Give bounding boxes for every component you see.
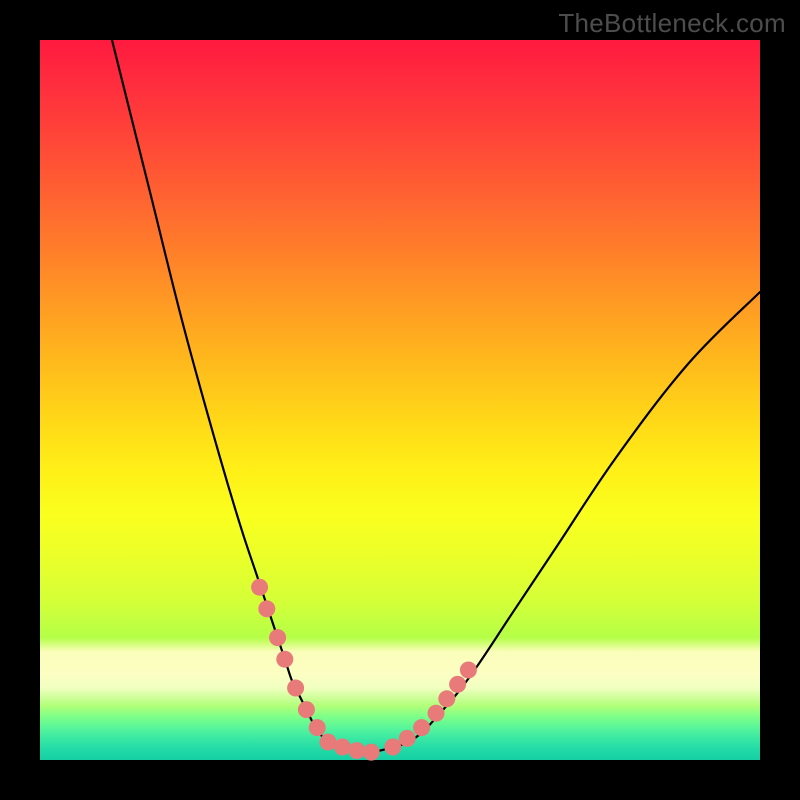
highlight-dot (460, 662, 477, 679)
highlight-dot (276, 651, 293, 668)
watermark-text: TheBottleneck.com (558, 8, 786, 39)
highlight-dots (251, 579, 477, 761)
highlight-dot (309, 719, 326, 736)
highlight-dot (320, 734, 337, 751)
highlight-dot (438, 690, 455, 707)
highlight-dot (334, 739, 351, 756)
highlight-dot (449, 676, 466, 693)
bottleneck-curve (112, 40, 760, 753)
highlight-dot (269, 629, 286, 646)
highlight-dot (287, 680, 304, 697)
highlight-dot (413, 719, 430, 736)
highlight-dot (258, 600, 275, 617)
chart-frame: TheBottleneck.com (0, 0, 800, 800)
curve-svg (40, 40, 760, 760)
plot-area (40, 40, 760, 760)
highlight-dot (363, 744, 380, 761)
highlight-dot (384, 739, 401, 756)
highlight-dot (428, 705, 445, 722)
highlight-dot (298, 701, 315, 718)
highlight-dot (251, 579, 268, 596)
highlight-dot (348, 742, 365, 759)
highlight-dot (399, 730, 416, 747)
